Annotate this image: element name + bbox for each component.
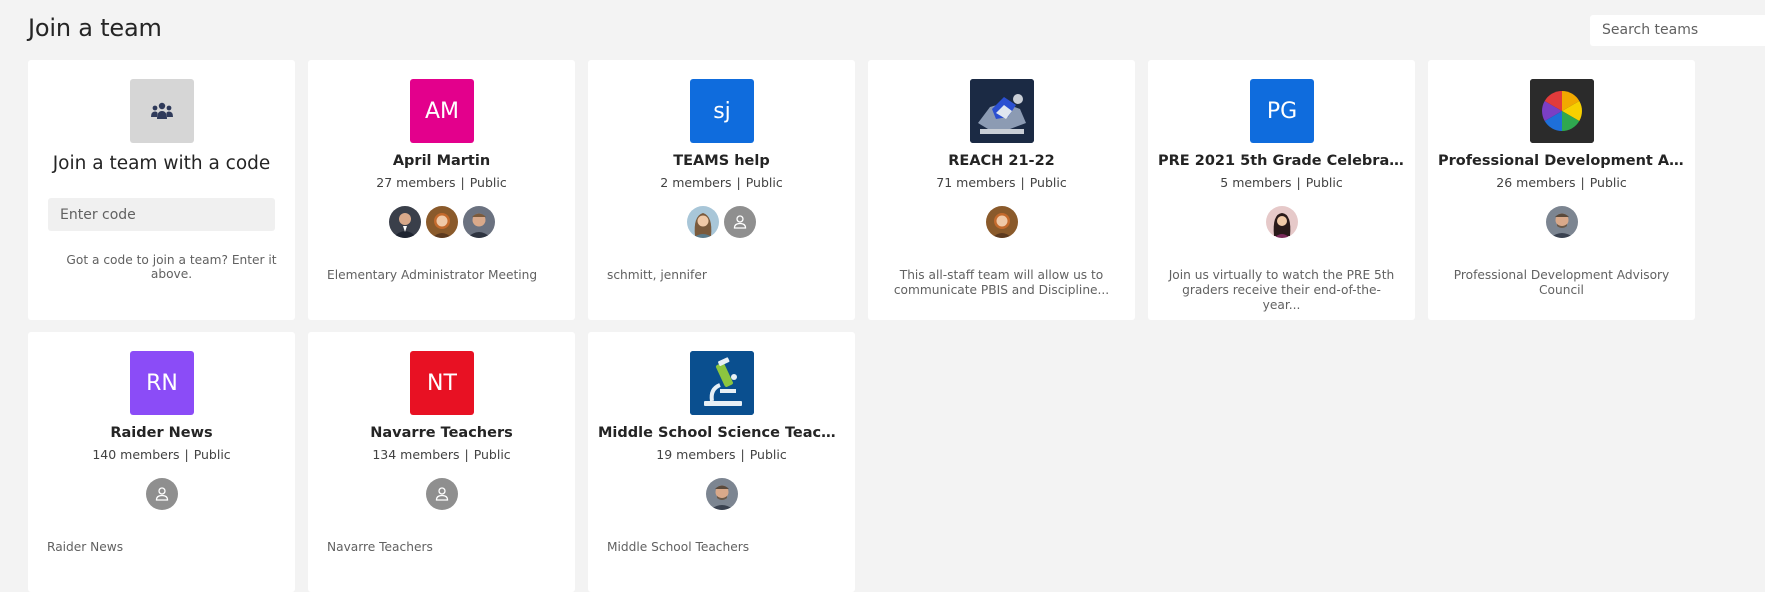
- team-card-navarre-teachers[interactable]: NT Navarre Teachers 134 members | Public N…: [308, 332, 575, 592]
- team-tile: AM: [410, 79, 474, 143]
- member-count: 140 members: [92, 447, 180, 462]
- team-meta: 140 members | Public: [28, 447, 295, 462]
- member-count: 134 members: [372, 447, 460, 462]
- meta-separator: |: [1296, 175, 1301, 190]
- avatar: [462, 206, 495, 238]
- member-count: 5 members: [1220, 175, 1292, 190]
- team-description: This all-staff team will allow us to com…: [893, 268, 1110, 297]
- meta-separator: |: [184, 447, 189, 462]
- join-code-title: Join a team with a code: [52, 153, 271, 174]
- privacy-label: Public: [193, 447, 231, 462]
- member-avatars: [868, 206, 1135, 238]
- meta-separator: |: [464, 447, 469, 462]
- team-meta: 26 members | Public: [1428, 175, 1695, 190]
- avatar: [425, 206, 458, 238]
- member-avatars: [588, 206, 855, 238]
- meta-separator: |: [1020, 175, 1025, 190]
- avatar: [705, 478, 738, 510]
- privacy-label: Public: [1305, 175, 1343, 190]
- team-name: April Martin: [392, 153, 491, 169]
- team-description: schmitt, jennifer: [607, 268, 707, 282]
- join-with-code-card: Join a team with a code Got a code to jo…: [28, 60, 295, 320]
- team-description: Navarre Teachers: [327, 540, 433, 554]
- avatar: [687, 206, 719, 238]
- team-initials: sj: [713, 98, 731, 124]
- team-card-professional-development[interactable]: Professional Development Ad... 26 member…: [1428, 60, 1695, 320]
- teams-icon: [130, 79, 194, 143]
- team-tile: PG: [1250, 79, 1314, 143]
- team-description: Elementary Administrator Meeting: [327, 268, 538, 282]
- team-description: Middle School Teachers: [607, 540, 750, 554]
- privacy-label: Public: [745, 175, 783, 190]
- team-card-teams-help[interactable]: sj TEAMS help 2 members | Public schmitt, …: [588, 60, 855, 320]
- search-teams-input[interactable]: [1590, 15, 1765, 46]
- privacy-label: Public: [749, 447, 787, 462]
- avatar: [1545, 206, 1578, 238]
- team-name: TEAMS help: [673, 153, 770, 169]
- member-avatars: [28, 478, 295, 510]
- team-description: Join us virtually to watch the PRE 5th g…: [1168, 268, 1395, 312]
- privacy-label: Public: [1589, 175, 1627, 190]
- member-avatars: [308, 478, 575, 510]
- team-card-raider-news[interactable]: RN Raider News 140 members | Public Raider…: [28, 332, 295, 592]
- avatar: [985, 206, 1018, 238]
- team-tile: sj: [690, 79, 754, 143]
- team-initials: AM: [424, 98, 460, 124]
- member-count: 19 members: [656, 447, 736, 462]
- team-initials: NT: [427, 370, 457, 396]
- privacy-label: Public: [469, 175, 507, 190]
- team-meta: 5 members | Public: [1148, 175, 1415, 190]
- team-meta: 27 members | Public: [308, 175, 575, 190]
- member-avatars: [1148, 206, 1415, 238]
- join-code-hint: Got a code to join a team? Enter it abov…: [66, 253, 277, 281]
- team-meta: 134 members | Public: [308, 447, 575, 462]
- member-count: 26 members: [1496, 175, 1576, 190]
- member-avatars: [308, 206, 575, 238]
- team-meta: 2 members | Public: [588, 175, 855, 190]
- team-name: Raider News: [110, 425, 213, 441]
- member-count: 27 members: [376, 175, 456, 190]
- avatar: [1265, 206, 1298, 238]
- member-avatars: [588, 478, 855, 510]
- avatar: [388, 206, 421, 238]
- team-name: Middle School Science Teachers: [598, 425, 845, 441]
- team-tile: NT: [410, 351, 474, 415]
- enter-code-input[interactable]: [48, 198, 275, 231]
- team-name: Navarre Teachers: [370, 425, 513, 441]
- privacy-label: Public: [473, 447, 511, 462]
- team-initials: PG: [1266, 98, 1298, 124]
- meta-separator: |: [740, 447, 745, 462]
- team-card-reach[interactable]: REACH 21-22 71 members | Public This all-s…: [868, 60, 1135, 320]
- meta-separator: |: [736, 175, 741, 190]
- team-meta: 71 members | Public: [868, 175, 1135, 190]
- team-description: Professional Development Advisory Counci…: [1453, 268, 1670, 297]
- team-meta: 19 members | Public: [588, 447, 855, 462]
- member-avatars: [1428, 206, 1695, 238]
- team-description: Raider News: [47, 540, 124, 554]
- member-count: 2 members: [660, 175, 732, 190]
- avatar-placeholder: [724, 206, 756, 238]
- meta-separator: |: [460, 175, 465, 190]
- microscope-icon: [690, 351, 754, 415]
- privacy-label: Public: [1029, 175, 1067, 190]
- team-name: REACH 21-22: [948, 153, 1055, 169]
- team-card-middle-school-science[interactable]: Middle School Science Teachers 19 member…: [588, 332, 855, 592]
- team-tile: RN: [130, 351, 194, 415]
- team-card-pre-2021[interactable]: PG PRE 2021 5th Grade Celebration 5 memb…: [1148, 60, 1415, 320]
- team-image: [970, 79, 1034, 143]
- avatar-placeholder: [425, 478, 458, 510]
- avatar-placeholder: [145, 478, 178, 510]
- member-count: 71 members: [936, 175, 1016, 190]
- team-image: [1530, 79, 1594, 143]
- team-name: Professional Development Ad...: [1438, 153, 1685, 169]
- team-card-april-martin[interactable]: AM April Martin 27 members | Public Elemen…: [308, 60, 575, 320]
- meta-separator: |: [1580, 175, 1585, 190]
- team-name: PRE 2021 5th Grade Celebration: [1158, 153, 1405, 169]
- team-initials: RN: [146, 370, 178, 396]
- page-title: Join a team: [28, 14, 162, 42]
